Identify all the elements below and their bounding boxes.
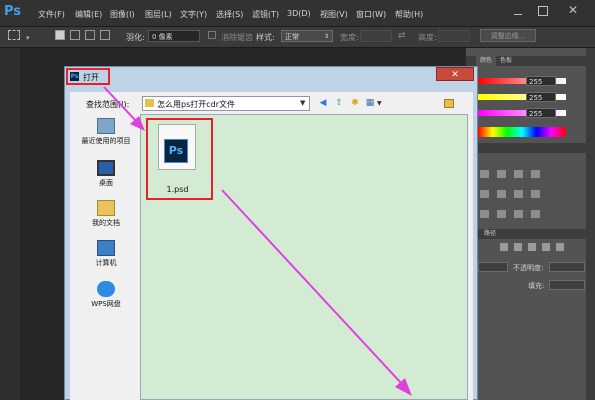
place-documents[interactable]: 我的文档 xyxy=(76,200,136,228)
threshold-icon[interactable] xyxy=(514,210,523,218)
width-input[interactable] xyxy=(360,30,392,42)
menu-3d[interactable]: 3D(D) xyxy=(287,9,311,18)
gradient-map-icon[interactable] xyxy=(531,210,540,218)
close-window-button[interactable]: ✕ xyxy=(566,3,580,17)
swap-icon[interactable]: ⇄ xyxy=(398,31,406,41)
subtract-selection-icon[interactable] xyxy=(85,30,95,40)
place-label: 我的文档 xyxy=(92,219,120,227)
recent-icon xyxy=(97,118,115,134)
style-value: 正常 xyxy=(285,33,299,41)
tab-paths[interactable]: 路径 xyxy=(480,229,500,239)
antialias-checkbox[interactable] xyxy=(208,31,216,39)
tab-swatches[interactable]: 色板 xyxy=(496,56,516,66)
menu-window[interactable]: 窗口(W) xyxy=(356,9,386,20)
color-panel-tabs: 颜色 色板 xyxy=(466,56,595,66)
menu-type[interactable]: 文字(Y) xyxy=(180,9,207,20)
place-desktop[interactable]: 桌面 xyxy=(76,160,136,188)
desktop-folder-icon[interactable] xyxy=(444,99,454,108)
place-label: 桌面 xyxy=(99,179,113,187)
layer-filter-icon[interactable] xyxy=(500,243,508,251)
antialias-label: 消除锯齿 xyxy=(221,33,253,42)
maximize-button[interactable] xyxy=(538,6,548,16)
menu-filter[interactable]: 滤镜(T) xyxy=(252,9,279,20)
blend-mode-select[interactable] xyxy=(478,262,508,272)
chevron-down-icon[interactable]: ▼ xyxy=(300,99,305,107)
brightness-icon[interactable] xyxy=(480,170,489,178)
levels-icon[interactable] xyxy=(497,170,506,178)
menu-view[interactable]: 视图(V) xyxy=(320,9,348,20)
opacity-input[interactable] xyxy=(549,262,585,272)
opacity-label: 不透明度: xyxy=(513,264,544,272)
psd-file-icon: Ps xyxy=(164,139,188,163)
place-computer[interactable]: 计算机 xyxy=(76,240,136,268)
refine-edge-button[interactable]: 调整边缘... xyxy=(480,29,536,42)
file-name: 1.psd xyxy=(166,185,189,194)
menu-file[interactable]: 文件(F) xyxy=(38,9,65,20)
exposure-icon[interactable] xyxy=(531,170,540,178)
computer-icon xyxy=(97,240,115,256)
black-white-icon[interactable] xyxy=(531,190,540,198)
height-label: 高度: xyxy=(418,33,437,42)
chevron-down-icon[interactable]: ▼ xyxy=(377,100,382,107)
tools-panel xyxy=(0,48,20,400)
dialog-close-button[interactable]: ✕ xyxy=(436,67,474,81)
tab-color[interactable]: 颜色 xyxy=(476,56,497,66)
up-folder-icon[interactable]: ⇧ xyxy=(334,98,344,108)
view-menu-icon[interactable]: ▦ xyxy=(365,98,375,108)
layer-adjust-icon[interactable] xyxy=(528,243,536,251)
green-value[interactable]: 255 xyxy=(526,92,556,102)
intersect-selection-icon[interactable] xyxy=(100,30,110,40)
menu-select[interactable]: 选择(S) xyxy=(216,9,243,20)
layer-shape-icon[interactable] xyxy=(542,243,550,251)
back-icon[interactable]: ◀ xyxy=(318,98,328,108)
height-input[interactable] xyxy=(438,30,470,42)
place-label: 最近使用的项目 xyxy=(81,137,131,145)
color-balance-icon[interactable] xyxy=(514,190,523,198)
menu-edit[interactable]: 编辑(E) xyxy=(75,9,102,20)
fill-input[interactable] xyxy=(549,280,585,290)
color-spectrum[interactable] xyxy=(478,127,566,137)
place-label: 计算机 xyxy=(95,259,117,267)
vibrance-icon[interactable] xyxy=(480,190,489,198)
panel-collapse-strip xyxy=(586,48,595,400)
photoshop-logo: Ps xyxy=(4,4,22,19)
add-selection-icon[interactable] xyxy=(70,30,80,40)
width-label: 宽度: xyxy=(340,33,359,42)
minimize-button[interactable] xyxy=(511,8,525,16)
menu-help[interactable]: 帮助(H) xyxy=(395,9,423,20)
new-selection-icon[interactable] xyxy=(55,30,65,40)
layers-panel-tabs: 路径 xyxy=(466,229,595,239)
desktop-icon xyxy=(97,160,115,176)
style-select[interactable]: 正常 ⇕ xyxy=(281,30,333,42)
red-value[interactable]: 255 xyxy=(526,76,556,86)
menu-layer[interactable]: 图层(L) xyxy=(145,9,172,20)
dialog-title: 打开 xyxy=(83,73,99,82)
chevron-down-icon: ⇕ xyxy=(323,33,329,40)
cloud-icon xyxy=(97,281,115,297)
layer-type-icon[interactable] xyxy=(514,243,522,251)
posterize-icon[interactable] xyxy=(497,210,506,218)
folder-icon xyxy=(145,99,154,107)
place-label: WPS网盘 xyxy=(91,300,121,308)
feather-label: 羽化: xyxy=(126,33,145,42)
adjustments-panel-tabs xyxy=(466,143,595,153)
photoshop-icon: Ps xyxy=(70,72,79,81)
new-folder-icon[interactable]: ✱ xyxy=(350,98,360,108)
hue-saturation-icon[interactable] xyxy=(497,190,506,198)
place-recent[interactable]: 最近使用的项目 xyxy=(76,118,136,146)
fill-label: 填充: xyxy=(528,282,545,290)
invert-icon[interactable] xyxy=(480,210,489,218)
place-wps-cloud[interactable]: WPS网盘 xyxy=(76,281,136,309)
look-in-label: 查找范围(I): xyxy=(86,100,130,109)
feather-input[interactable]: 0 像素 xyxy=(148,30,200,42)
chevron-down-icon[interactable]: ▾ xyxy=(26,34,30,42)
layer-smart-icon[interactable] xyxy=(556,243,564,251)
style-label: 样式: xyxy=(256,33,275,42)
curves-icon[interactable] xyxy=(514,170,523,178)
marquee-tool-icon[interactable] xyxy=(8,30,20,40)
look-in-value: 怎么用ps打开cdr文件 xyxy=(157,100,236,109)
menu-image[interactable]: 图像(I) xyxy=(110,9,135,20)
documents-icon xyxy=(97,200,115,216)
blue-value[interactable]: 255 xyxy=(526,108,556,118)
